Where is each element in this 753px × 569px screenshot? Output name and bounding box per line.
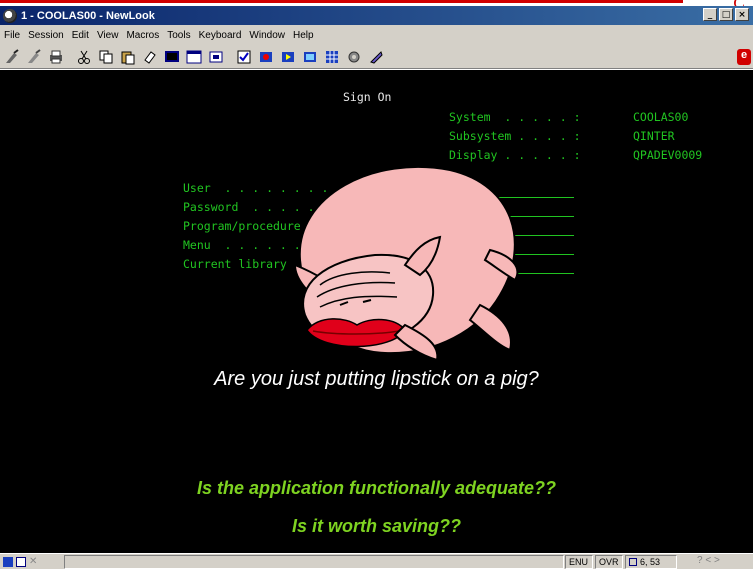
print-icon[interactable] — [48, 49, 64, 65]
display-value: QPADEV0009 — [633, 148, 703, 162]
window-controls: _ □ × — [703, 8, 749, 21]
grid-icon[interactable] — [324, 49, 340, 65]
menu-keyboard[interactable]: Keyboard — [199, 30, 242, 41]
menu-file[interactable]: File — [4, 30, 20, 41]
system-label: System . . . . . : — [449, 110, 581, 124]
brand-icon[interactable]: e — [737, 49, 751, 65]
settings-icon[interactable] — [346, 49, 362, 65]
screen-heading: Sign On — [343, 90, 392, 104]
system-value: COOLAS00 — [633, 110, 689, 124]
title-bar: 1 - COOLAS00 - NewLook _ □ × — [0, 6, 753, 25]
toolbar: e — [0, 45, 753, 69]
cancel-status-icon: ✕ — [29, 555, 38, 567]
grid-position-icon — [629, 558, 637, 566]
play-icon[interactable] — [280, 49, 296, 65]
help-icon[interactable] — [368, 49, 384, 65]
menu-view[interactable]: View — [97, 30, 119, 41]
app-icon[interactable] — [3, 8, 17, 23]
close-button[interactable]: × — [735, 8, 749, 21]
menu-bar: File Session Edit View Macros Tools Keyb… — [0, 25, 753, 45]
menu-session[interactable]: Session — [28, 30, 64, 41]
adequate-caption: Is the application functionally adequate… — [196, 478, 557, 498]
menu-help[interactable]: Help — [293, 30, 314, 41]
minimize-button[interactable]: _ — [703, 8, 717, 21]
top-accent-rule — [0, 0, 753, 3]
saving-caption: Is it worth saving?? — [291, 516, 461, 536]
paste-icon[interactable] — [120, 49, 136, 65]
maximize-button[interactable]: □ — [719, 8, 733, 21]
keypad-icon[interactable] — [302, 49, 318, 65]
copy-icon[interactable] — [98, 49, 114, 65]
cursor-position-value: 6, 53 — [640, 557, 661, 567]
question-caption: Are you just putting lipstick on a pig? — [214, 368, 539, 390]
subsystem-label: Subsystem . . . . : — [449, 129, 581, 143]
status-nav[interactable]: ? < > — [697, 555, 720, 566]
window-icon[interactable] — [186, 49, 202, 65]
language-indicator: ENU — [565, 555, 593, 569]
menu-macros[interactable]: Macros — [126, 30, 159, 41]
status-message-field — [64, 555, 564, 569]
disconnect-icon[interactable] — [26, 48, 42, 65]
pig-lipstick-illustration — [293, 165, 519, 362]
screen-icon[interactable] — [164, 49, 180, 65]
cut-icon[interactable] — [76, 49, 92, 65]
subsystem-value: QINTER — [633, 129, 675, 143]
terminal-screen[interactable]: Sign On System . . . . . : COOLAS00 Subs… — [0, 70, 753, 553]
screen-status-icon — [16, 556, 26, 567]
status-bar: ✕ ENU OVR 6, 53 ? < > — [0, 553, 753, 569]
session-status-icon — [3, 556, 13, 567]
menu-window[interactable]: Window — [249, 30, 285, 41]
macro-icon[interactable] — [236, 49, 252, 65]
connect-icon[interactable] — [4, 48, 20, 65]
cursor-position: 6, 53 — [625, 555, 677, 569]
menu-tools[interactable]: Tools — [167, 30, 190, 41]
mode-indicator: OVR — [595, 555, 623, 569]
record-icon[interactable] — [258, 49, 274, 65]
window-title: 1 - COOLAS00 - NewLook — [21, 9, 155, 22]
erase-icon[interactable] — [142, 49, 158, 65]
menu-edit[interactable]: Edit — [72, 30, 89, 41]
restore-icon[interactable] — [208, 49, 224, 65]
